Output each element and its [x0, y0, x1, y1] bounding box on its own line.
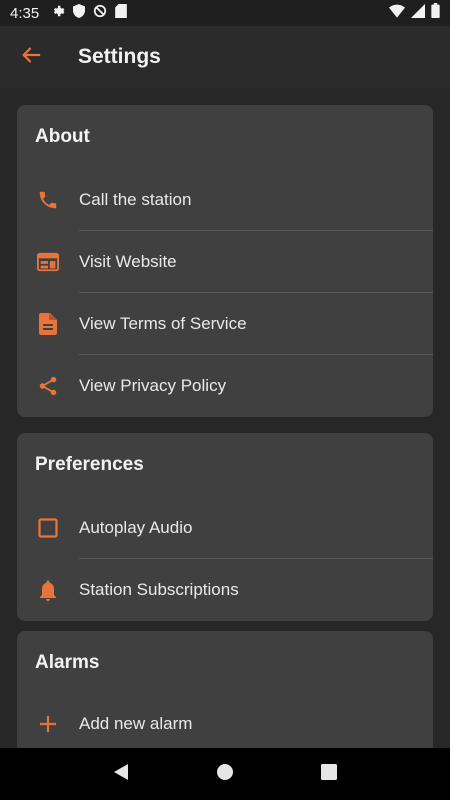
terms-of-service-item[interactable]: View Terms of Service: [17, 293, 433, 355]
autoplay-audio-item[interactable]: Autoplay Audio: [17, 497, 433, 559]
preferences-section-title: Preferences: [35, 454, 144, 475]
settings-gear-icon: [51, 4, 65, 23]
block-icon: [93, 4, 107, 23]
plus-icon: [17, 715, 79, 733]
add-alarm-item[interactable]: Add new alarm: [17, 695, 433, 748]
nav-home-button[interactable]: [216, 763, 234, 786]
web-icon: [17, 252, 79, 272]
autoplay-audio-label: Autoplay Audio: [79, 518, 193, 537]
back-button[interactable]: [0, 26, 62, 88]
station-subscriptions-item[interactable]: Station Subscriptions: [17, 559, 433, 621]
nav-recents-button[interactable]: [320, 763, 337, 785]
phone-icon: [17, 189, 79, 211]
page-title: Settings: [78, 45, 161, 68]
call-station-item[interactable]: Call the station: [17, 169, 433, 231]
status-time: 4:35: [10, 4, 40, 22]
arrow-back-icon: [20, 44, 42, 71]
share-icon: [17, 375, 79, 397]
signal-icon: [411, 3, 425, 23]
terms-of-service-label: View Terms of Service: [79, 314, 247, 333]
about-section-title: About: [35, 126, 90, 147]
status-bar: 4:35: [0, 0, 450, 26]
privacy-policy-item[interactable]: View Privacy Policy: [17, 355, 433, 417]
app-bar: Settings: [0, 26, 450, 88]
settings-list[interactable]: About Call the station Visit Website Vie…: [0, 88, 450, 748]
system-nav-bar: [0, 748, 450, 800]
call-station-label: Call the station: [79, 190, 192, 209]
sd-card-icon: [115, 3, 128, 23]
add-alarm-label: Add new alarm: [79, 714, 193, 733]
checkbox-icon[interactable]: [17, 518, 79, 538]
station-subscriptions-label: Station Subscriptions: [79, 580, 239, 599]
privacy-policy-label: View Privacy Policy: [79, 376, 227, 395]
nav-back-button[interactable]: [113, 763, 129, 786]
shield-icon: [73, 3, 86, 23]
preferences-card: Preferences Autoplay Audio Station Subsc…: [17, 433, 433, 621]
visit-website-item[interactable]: Visit Website: [17, 231, 433, 293]
wifi-icon: [389, 4, 405, 23]
about-card: About Call the station Visit Website Vie…: [17, 105, 433, 417]
visit-website-label: Visit Website: [79, 252, 177, 271]
bell-icon: [17, 579, 79, 601]
alarms-section-title: Alarms: [35, 652, 100, 673]
document-icon: [17, 313, 79, 335]
battery-icon: [431, 3, 440, 23]
alarms-card: Alarms Add new alarm: [17, 631, 433, 748]
